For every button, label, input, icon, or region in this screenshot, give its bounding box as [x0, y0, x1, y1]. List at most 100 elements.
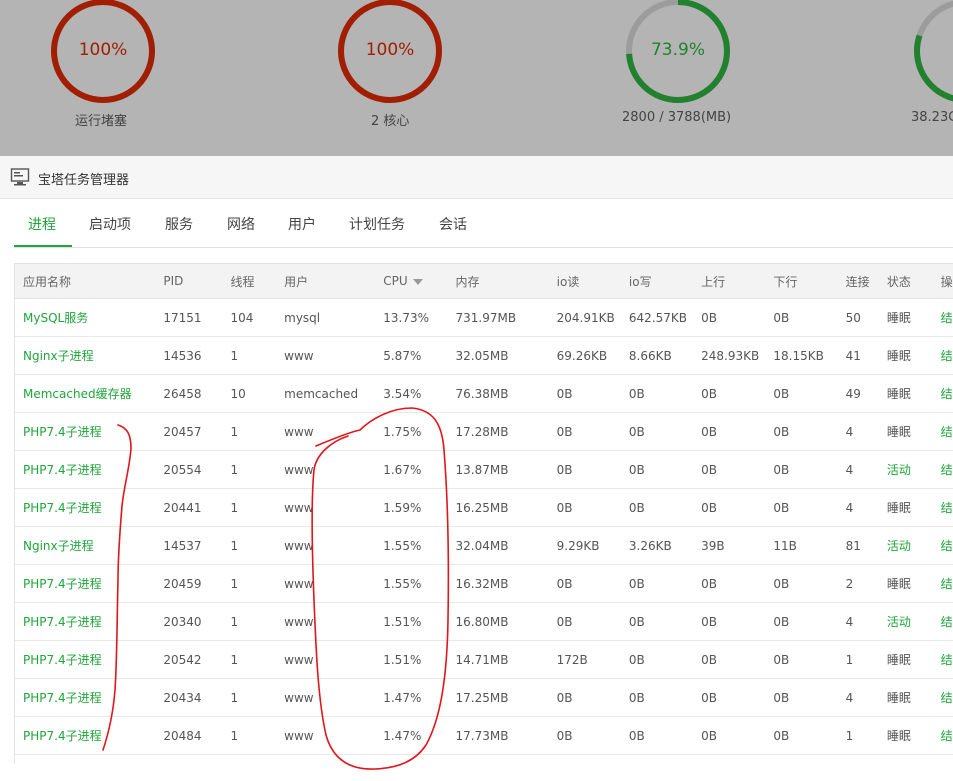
col-header-io-write[interactable]: io写 — [620, 264, 694, 299]
col-header-status: 状态 — [878, 264, 933, 299]
disk-gauge[interactable]: 7 38.23G — [911, 0, 953, 140]
memory-cell: 16.25MB — [447, 488, 549, 527]
upload-cell: 0B — [693, 640, 766, 679]
io-read-cell: 9.29KB — [548, 526, 621, 565]
app-name-cell[interactable]: PHP7.4子进程 — [15, 488, 156, 527]
cpu-gauge[interactable]: 100% 2 核心 — [336, 0, 476, 140]
tab-scheduled-tasks[interactable]: 计划任务 — [349, 214, 405, 234]
tab-processes[interactable]: 进程 — [28, 214, 56, 234]
action-cell[interactable]: 结束 — [932, 412, 953, 451]
cpu-cell: 13.73% — [375, 298, 448, 337]
download-cell: 0B — [765, 564, 838, 603]
action-cell[interactable]: 结束 — [932, 640, 953, 679]
process-table-container[interactable]: 应用名称 PID 线程 用户 CPU 内存 io读 io写 上行 下行 连接 状… — [14, 263, 953, 764]
action-cell[interactable]: 结束 — [932, 374, 953, 413]
action-cell[interactable]: 结束 — [932, 450, 953, 489]
col-header-user[interactable]: 用户 — [276, 264, 376, 299]
io-read-cell: 69.26KB — [548, 336, 621, 375]
status-cell: 睡眠 — [878, 488, 933, 527]
user-cell: www — [276, 602, 376, 641]
memory-cell: 17.28MB — [447, 412, 549, 451]
panel-title: 宝塔任务管理器 — [38, 173, 130, 188]
col-header-name[interactable]: 应用名称 — [15, 264, 156, 299]
pid-cell: 20554 — [155, 450, 223, 489]
col-header-connections[interactable]: 连接 — [837, 264, 879, 299]
table-row: PHP7.4子进程 20554 1 www 1.67% 13.87MB 0B 0B 0B 0B 4 活… — [15, 450, 953, 489]
pid-cell: 20457 — [155, 412, 223, 451]
disk-value: 7 — [912, 40, 953, 60]
status-cell: 睡眠 — [878, 640, 933, 679]
monitor-icon — [10, 167, 30, 191]
app-name-cell[interactable]: PHP7.4子进程 — [15, 678, 156, 717]
app-name-cell[interactable]: PHP7.4子进程 — [15, 564, 156, 603]
col-header-threads[interactable]: 线程 — [222, 264, 277, 299]
status-cell: 活动 — [878, 526, 933, 565]
app-name-cell[interactable]: PHP7.4子进程 — [15, 450, 156, 489]
cpu-cell: 1.67% — [375, 450, 448, 489]
app-name-cell[interactable]: PHP7.4子进程 — [15, 716, 156, 755]
user-cell: www — [276, 450, 376, 489]
col-header-io-read[interactable]: io读 — [548, 264, 621, 299]
connections-cell: 1 — [837, 716, 879, 755]
upload-cell: 0B — [693, 412, 766, 451]
action-cell[interactable]: 结束 — [932, 526, 953, 565]
col-header-cpu[interactable]: CPU — [375, 264, 448, 299]
tab-network[interactable]: 网络 — [227, 214, 255, 234]
sort-desc-icon[interactable] — [412, 278, 423, 285]
cpu-cell: 1.47% — [375, 716, 448, 755]
col-header-upload[interactable]: 上行 — [693, 264, 766, 299]
app-name-cell[interactable]: MySQL服务 — [15, 298, 156, 337]
action-cell[interactable]: 结束 — [932, 336, 953, 375]
table-row: PHP7.4子进程 20542 1 www 1.51% 14.71MB 172B 0B 0B 0B… — [15, 640, 953, 679]
io-read-cell: 0B — [548, 602, 621, 641]
user-cell: www — [276, 526, 376, 565]
table-row: Nginx子进程 14536 1 www 5.87% 32.05MB 69.26KB 8.66… — [15, 336, 953, 375]
io-write-cell: 0B — [620, 488, 694, 527]
app-name-cell[interactable]: Nginx子进程 — [15, 336, 156, 375]
system-status-area: 100% 运行堵塞 100% 2 核心 73.9% 2800 / 3788(MB… — [0, 0, 953, 156]
connections-cell: 1 — [837, 640, 879, 679]
col-header-download[interactable]: 下行 — [765, 264, 838, 299]
io-read-cell: 0B — [548, 716, 621, 755]
action-cell[interactable]: 结束 — [932, 564, 953, 603]
table-row: PHP7.4子进程 20441 1 www 1.59% 16.25MB 0B 0B 0B 0B 4 睡… — [15, 488, 953, 527]
app-name-cell[interactable]: PHP7.4子进程 — [15, 412, 156, 451]
app-name-cell[interactable]: Nginx子进程 — [15, 526, 156, 565]
download-cell: 0B — [765, 450, 838, 489]
tab-startup[interactable]: 启动项 — [89, 214, 131, 234]
io-write-cell: 0B — [620, 602, 694, 641]
action-cell[interactable]: 结束 — [932, 602, 953, 641]
app-name-cell[interactable]: PHP7.4子进程 — [15, 640, 156, 679]
action-cell[interactable]: 结束 — [932, 716, 953, 755]
download-cell: 0B — [765, 374, 838, 413]
download-cell: 0B — [765, 298, 838, 337]
tab-users[interactable]: 用户 — [288, 214, 316, 234]
memory-gauge[interactable]: 73.9% 2800 / 3788(MB) — [622, 0, 764, 140]
load-gauge[interactable]: 100% 运行堵塞 — [49, 0, 189, 140]
connections-cell: 81 — [837, 526, 879, 565]
app-name-cell[interactable]: PHP7.4子进程 — [15, 602, 156, 641]
pid-cell: 14536 — [155, 336, 223, 375]
pid-cell: 20542 — [155, 640, 223, 679]
threads-cell: 1 — [222, 450, 277, 489]
memory-label: 2800 / 3788(MB) — [622, 110, 732, 125]
app-name-cell[interactable]: Memcached缓存器 — [15, 374, 156, 413]
process-table: 应用名称 PID 线程 用户 CPU 内存 io读 io写 上行 下行 连接 状… — [15, 264, 953, 755]
cpu-cell: 1.55% — [375, 526, 448, 565]
tab-sessions[interactable]: 会话 — [439, 214, 467, 234]
col-header-pid[interactable]: PID — [155, 264, 223, 299]
upload-cell: 0B — [693, 716, 766, 755]
tab-services[interactable]: 服务 — [165, 214, 193, 234]
action-cell[interactable]: 结束 — [932, 298, 953, 337]
upload-cell: 0B — [693, 488, 766, 527]
action-cell[interactable]: 结束 — [932, 678, 953, 717]
action-cell[interactable]: 结束 — [932, 488, 953, 527]
col-header-memory[interactable]: 内存 — [447, 264, 549, 299]
io-read-cell: 204.91KB — [548, 298, 621, 337]
table-row: Nginx子进程 14537 1 www 1.55% 32.04MB 9.29KB 3.26K… — [15, 526, 953, 565]
threads-cell: 1 — [222, 526, 277, 565]
status-cell: 睡眠 — [878, 298, 933, 337]
threads-cell: 1 — [222, 678, 277, 717]
table-row: PHP7.4子进程 20457 1 www 1.75% 17.28MB 0B 0B 0B 0B 4 睡… — [15, 412, 953, 451]
io-read-cell: 0B — [548, 564, 621, 603]
